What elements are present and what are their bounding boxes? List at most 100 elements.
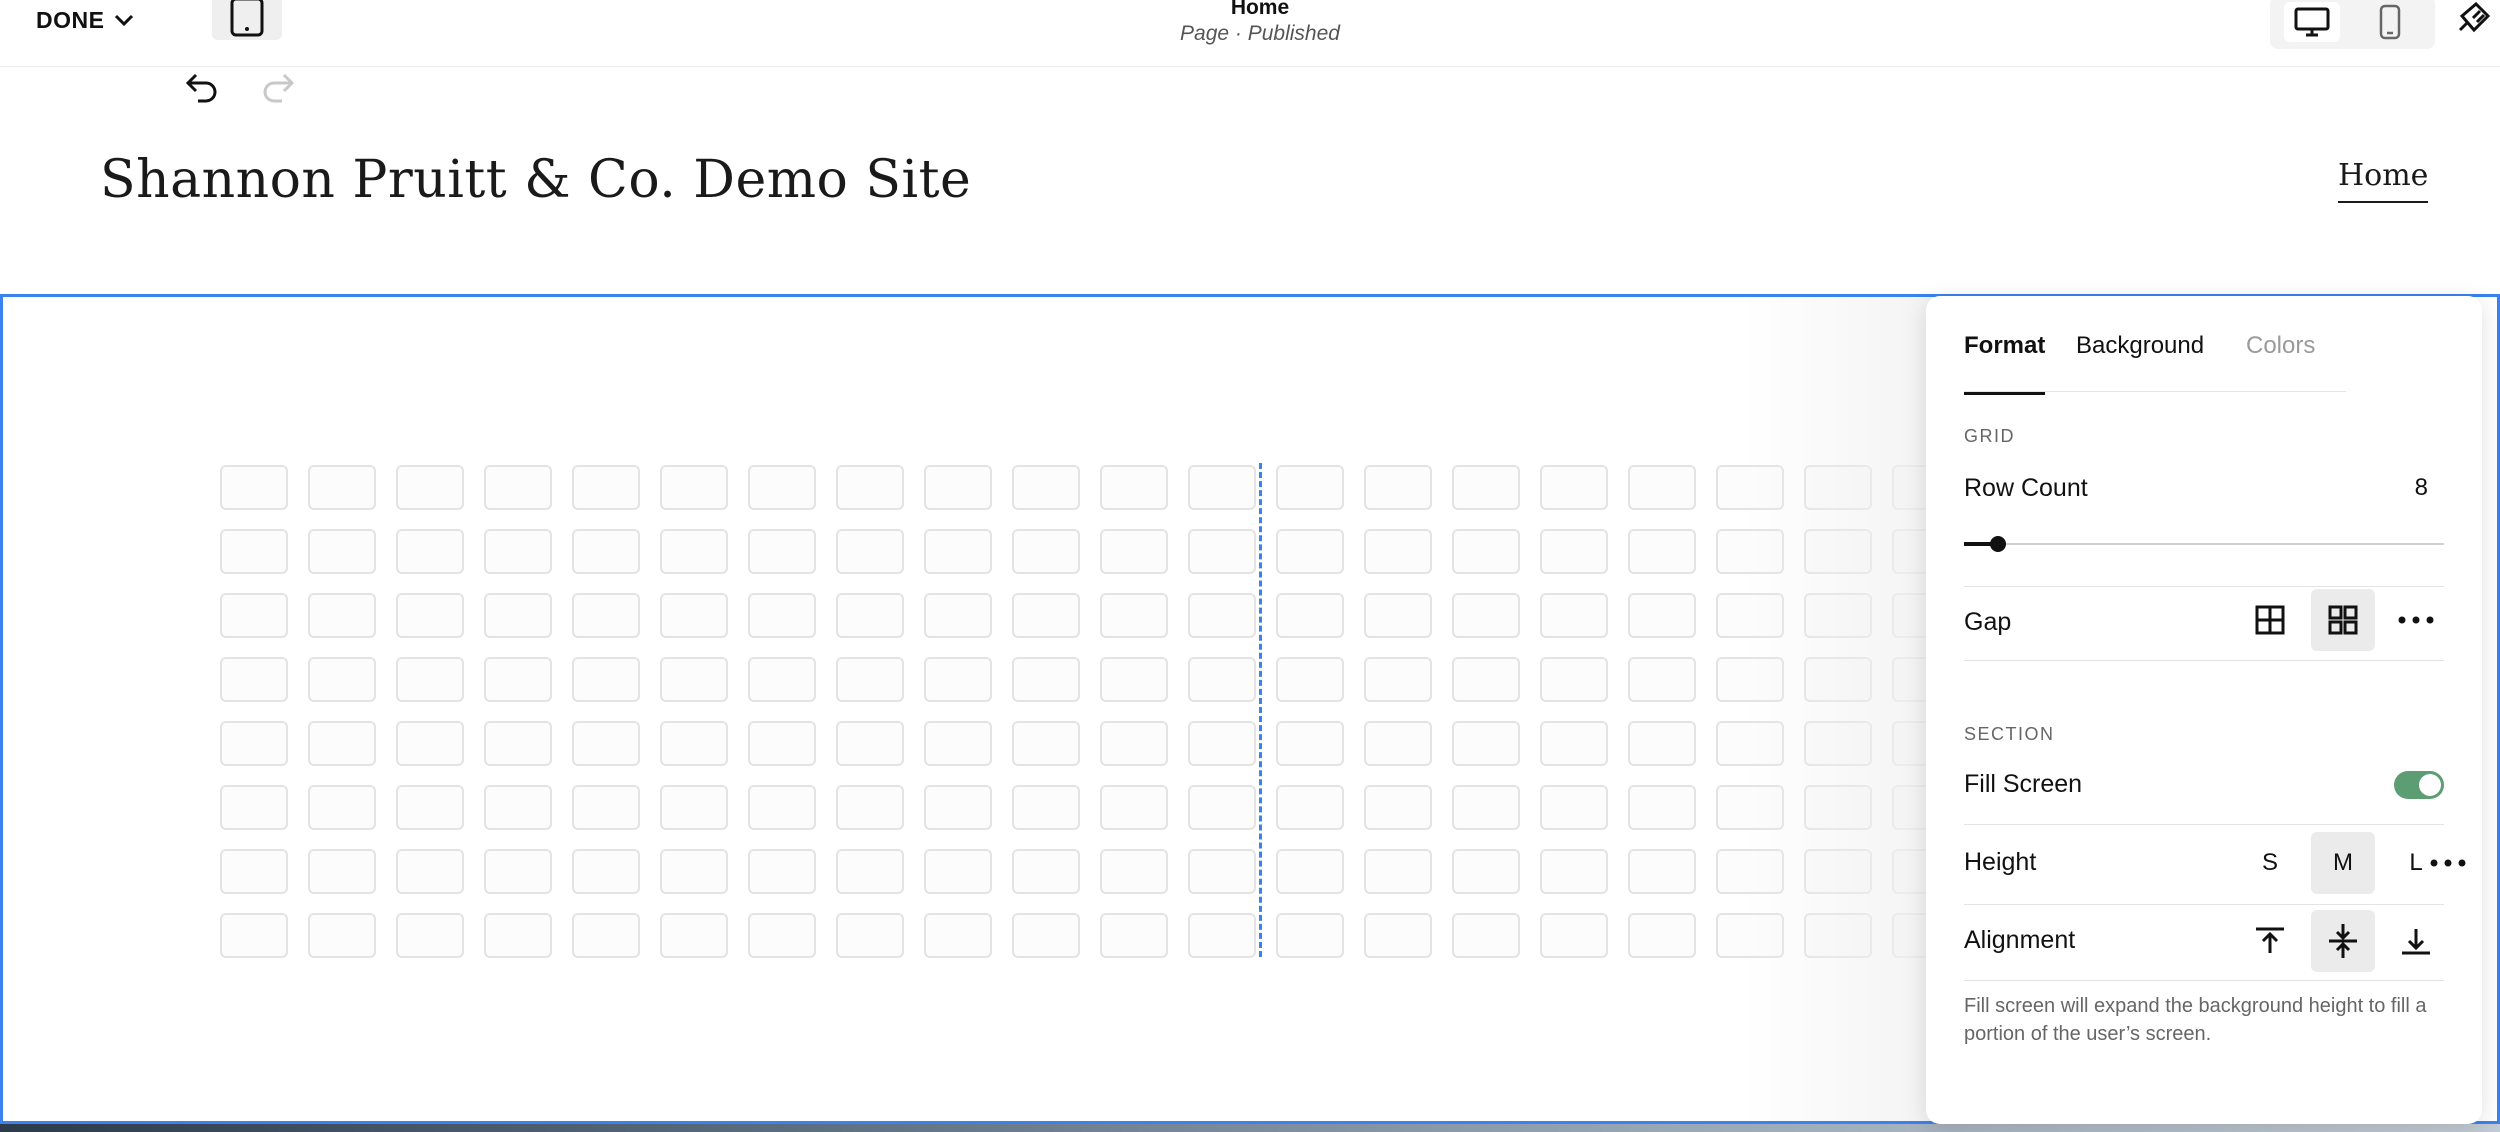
- fill-screen-toggle[interactable]: [2394, 771, 2444, 799]
- gap-none-button[interactable]: [2238, 589, 2302, 651]
- page-status: Page · Published: [1180, 22, 1340, 45]
- grid-cell: [1100, 465, 1168, 510]
- more-horizontal-icon: [2430, 859, 2466, 867]
- grid-cell: [1452, 785, 1520, 830]
- grid-cell: [1100, 913, 1168, 958]
- grid-cell: [1540, 657, 1608, 702]
- tab-background[interactable]: Background: [2076, 332, 2204, 392]
- grid-cell: [1188, 529, 1256, 574]
- grid-cell: [1364, 657, 1432, 702]
- grid-cell: [836, 465, 904, 510]
- grid-cell: [924, 593, 992, 638]
- grid-cell: [660, 465, 728, 510]
- tab-format[interactable]: Format: [1964, 332, 2046, 395]
- grid-cell: [396, 529, 464, 574]
- grid-cell: [924, 913, 992, 958]
- grid-cell: [1628, 721, 1696, 766]
- grid-cell: [836, 849, 904, 894]
- grid-cell: [1012, 465, 1080, 510]
- gap-more-button[interactable]: [2384, 589, 2448, 651]
- grid-cell: [1188, 593, 1256, 638]
- grid-cell: [1540, 913, 1608, 958]
- row-count-value: 8: [2414, 474, 2428, 501]
- grid-cell: [572, 721, 640, 766]
- align-bottom-button[interactable]: [2384, 910, 2448, 972]
- nav-link-home[interactable]: Home: [2338, 158, 2429, 203]
- grid-cell: [748, 785, 816, 830]
- grid-cell: [308, 785, 376, 830]
- grid-cell: [1540, 593, 1608, 638]
- site-title[interactable]: Shannon Pruitt & Co. Demo Site: [100, 150, 971, 210]
- grid-cell: [1364, 529, 1432, 574]
- done-button[interactable]: DONE: [36, 0, 134, 40]
- grid-cell: [308, 913, 376, 958]
- grid-cell: [1628, 465, 1696, 510]
- grid-cell: [836, 913, 904, 958]
- divider: [1964, 980, 2444, 981]
- grid-cell: [1188, 785, 1256, 830]
- row-count-slider[interactable]: [1964, 536, 2444, 552]
- height-small-button[interactable]: S: [2238, 832, 2302, 894]
- grid-cell: [748, 721, 816, 766]
- grid-cell: [1276, 657, 1344, 702]
- grid-cell: [836, 785, 904, 830]
- mobile-view-button[interactable]: [2362, 2, 2418, 42]
- grid-cell: [1364, 785, 1432, 830]
- grid-cell: [1100, 657, 1168, 702]
- grid-cell: [660, 721, 728, 766]
- page-title: Home: [1230, 0, 1290, 19]
- grid-cell: [572, 849, 640, 894]
- grid-gap-icon: [2328, 605, 2358, 635]
- undo-icon: [185, 73, 217, 103]
- grid-cell: [1100, 849, 1168, 894]
- grid-cell: [396, 849, 464, 894]
- grid-cell: [1452, 721, 1520, 766]
- row-count-label: Row Count: [1964, 474, 2088, 502]
- align-center-icon: [2329, 924, 2357, 958]
- align-top-button[interactable]: [2238, 910, 2302, 972]
- grid-cell: [220, 657, 288, 702]
- grid-cell: [1100, 529, 1168, 574]
- height-more-button[interactable]: [2416, 832, 2480, 894]
- grid-cell: [396, 593, 464, 638]
- tab-colors[interactable]: Colors: [2246, 332, 2315, 392]
- grid-cell: [484, 657, 552, 702]
- grid-no-gap-icon: [2255, 605, 2285, 635]
- site-styles-button[interactable]: [2450, 0, 2498, 40]
- grid-cell: [220, 785, 288, 830]
- tablet-preview-button[interactable]: [212, 0, 282, 40]
- grid-cell: [308, 657, 376, 702]
- mobile-icon: [2379, 4, 2401, 40]
- panel-tabs: Format Background Colors: [1964, 296, 2346, 395]
- align-center-button[interactable]: [2311, 910, 2375, 972]
- grid-cell: [396, 465, 464, 510]
- tablet-icon: [230, 0, 264, 37]
- grid-cell: [1452, 529, 1520, 574]
- grid-cell: [748, 657, 816, 702]
- gap-spaced-button[interactable]: [2311, 589, 2375, 651]
- redo-button[interactable]: [258, 67, 298, 107]
- grid-section-label: GRID: [1964, 426, 2015, 446]
- height-medium-button[interactable]: M: [2311, 832, 2375, 894]
- grid-cell: [1364, 721, 1432, 766]
- desktop-view-button[interactable]: [2284, 2, 2340, 42]
- grid-cell: [660, 657, 728, 702]
- grid-cell: [1364, 465, 1432, 510]
- slider-thumb[interactable]: [1989, 536, 2006, 552]
- undo-button[interactable]: [182, 67, 222, 107]
- desktop-icon: [2294, 7, 2330, 37]
- toggle-knob: [2419, 774, 2441, 796]
- grid-center-guide: [1259, 463, 1262, 957]
- grid-cell: [836, 529, 904, 574]
- grid-cell: [1628, 785, 1696, 830]
- chevron-down-icon: [115, 14, 134, 27]
- editor-topbar: DONE Home Page · Published: [0, 0, 2500, 67]
- grid-cell: [1188, 465, 1256, 510]
- grid-cell: [484, 593, 552, 638]
- grid-cell: [1276, 913, 1344, 958]
- grid-cell: [220, 465, 288, 510]
- section-format-panel: Format Background Colors GRID Row Count …: [1926, 296, 2482, 1124]
- grid-cell: [1540, 785, 1608, 830]
- grid-cell: [1628, 529, 1696, 574]
- grid-cell: [1276, 465, 1344, 510]
